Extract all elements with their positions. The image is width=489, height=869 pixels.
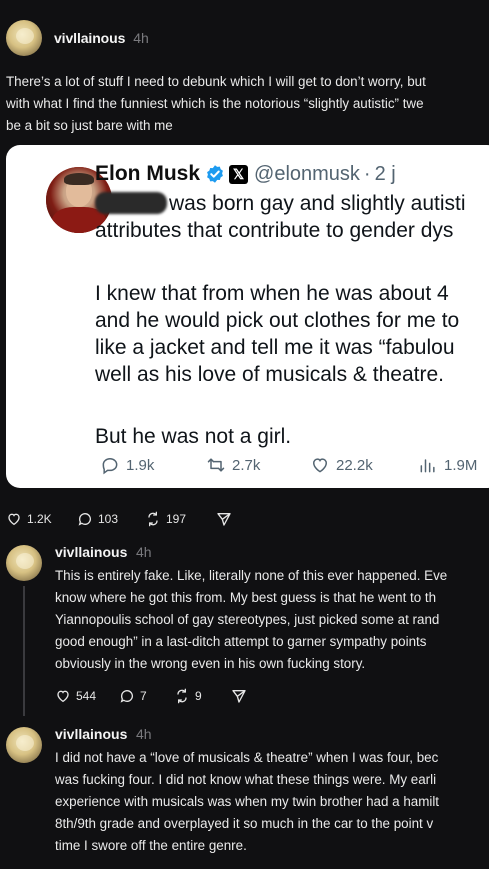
x-logo-icon: 𝕏 — [229, 164, 249, 184]
views-icon — [420, 459, 435, 473]
post-reply-count: 103 — [98, 512, 119, 526]
reply-1-line-1: This is entirely fake. Like, literally n… — [55, 568, 448, 583]
heart-icon — [312, 458, 328, 473]
reply-2-line-4: 8th/9th grade and overplayed it so much … — [55, 816, 434, 831]
redacted-name — [95, 192, 167, 214]
reply-1-time: 4h — [136, 544, 152, 560]
post-text-line-3: be a bit so just bare with me — [6, 118, 173, 133]
reply-1-like-count: 544 — [76, 689, 97, 703]
tweet-line-2: attributes that contribute to gender dys — [95, 219, 454, 242]
post-reply-button[interactable]: 103 — [77, 511, 118, 527]
post-like-count: 1.2K — [27, 512, 52, 526]
post-like-button[interactable]: 1.2K — [6, 511, 52, 527]
repost-icon — [207, 458, 225, 472]
post-repost-count: 197 — [166, 512, 187, 526]
reply-1-share-button[interactable] — [231, 688, 252, 704]
reply-2-line-1: I did not have a “love of musicals & the… — [55, 750, 439, 765]
tweet-para3: But he was not a girl. — [95, 425, 292, 448]
tweet-time: 2 j — [374, 162, 396, 185]
tweet-line-1: was born gay and slightly autisti — [95, 192, 466, 216]
avatar[interactable] — [6, 20, 42, 56]
tweet-like-action: 22.2k — [310, 455, 373, 475]
tweet-para2-line-3: like a jacket and tell me it was “fabulo… — [95, 336, 455, 359]
tweet-repost-action: 2.7k — [206, 455, 260, 475]
post-repost-button[interactable]: 197 — [145, 511, 186, 527]
reply-2-line-5: time I swore off the entire genre. — [55, 838, 247, 853]
tweet-reply-count: 1.9k — [126, 456, 155, 474]
tweet-author-name: Elon Musk — [95, 162, 201, 185]
reply-icon — [102, 457, 118, 475]
reply-1-line-4: good enough” in a last-ditch attempt to … — [55, 634, 427, 649]
comment-icon — [78, 513, 91, 526]
reply-2-time: 4h — [136, 726, 152, 742]
reply-2-username[interactable]: vivllainous — [55, 726, 127, 742]
tweet-para2-line-4: well as his love of musicals & theatre. — [95, 363, 444, 386]
reply-2-avatar[interactable] — [6, 727, 42, 763]
tweet-views-action: 1.9M — [418, 455, 477, 475]
repost-icon — [177, 688, 187, 704]
embedded-tweet-image[interactable]: Elon Musk 𝕏 @elonmusk · 2 j was born gay… — [6, 145, 489, 488]
post-header: vivllainous 4h — [6, 20, 149, 56]
tweet-para2-line-1: I knew that from when he was about 4 — [95, 282, 449, 305]
comment-icon — [120, 690, 133, 703]
send-icon — [217, 513, 231, 526]
repost-icon — [148, 511, 158, 527]
heart-icon — [57, 690, 69, 703]
reply-1-reply-button[interactable]: 7 — [119, 688, 147, 704]
reply-2-line-3: experience with musicals was when my twi… — [55, 794, 440, 809]
reply-1-avatar[interactable] — [6, 545, 42, 581]
tweet-header: Elon Musk 𝕏 @elonmusk · 2 j — [95, 162, 396, 186]
threads-screenshot: vivllainous 4h There’s a lot of stuff I … — [0, 0, 489, 869]
tweet-line-1-text: was born gay and slightly autisti — [169, 192, 466, 215]
tweet-views-count: 1.9M — [444, 456, 478, 474]
post-text-line-2: with what I find the funniest which is t… — [6, 96, 424, 111]
reply-1-reply-count: 7 — [140, 689, 147, 703]
tweet-handle: @elonmusk — [254, 162, 360, 185]
reply-1-line-5: obviously in the wrong even in his own f… — [55, 656, 366, 671]
reply-1-line-2: know where he got this from. My best gue… — [55, 590, 437, 605]
post-time: 4h — [133, 30, 149, 46]
reply-1-like-button[interactable]: 544 — [55, 688, 96, 704]
verified-badge-icon — [205, 164, 225, 184]
heart-icon — [8, 513, 20, 526]
thread-connector — [23, 586, 25, 716]
tweet-repost-count: 2.7k — [232, 456, 261, 474]
send-icon — [232, 690, 246, 703]
reply-1-repost-count: 9 — [195, 689, 202, 703]
post-text-line-1: There’s a lot of stuff I need to debunk … — [6, 74, 426, 89]
tweet-separator: · — [363, 162, 371, 185]
reply-1-username[interactable]: vivllainous — [55, 544, 127, 560]
username[interactable]: vivllainous — [54, 30, 125, 46]
reply-1-line-3: Yiannopoulis school of gay stereotypes, … — [55, 612, 440, 627]
tweet-para2-line-2: and he would pick out clothes for me to — [95, 309, 460, 332]
tweet-like-count: 22.2k — [336, 456, 373, 474]
reply-2-line-2: was fucking four. I did not know what th… — [55, 772, 437, 787]
post-share-button[interactable] — [216, 511, 237, 527]
tweet-reply-action: 1.9k — [100, 455, 154, 475]
reply-1-repost-button[interactable]: 9 — [174, 688, 202, 704]
